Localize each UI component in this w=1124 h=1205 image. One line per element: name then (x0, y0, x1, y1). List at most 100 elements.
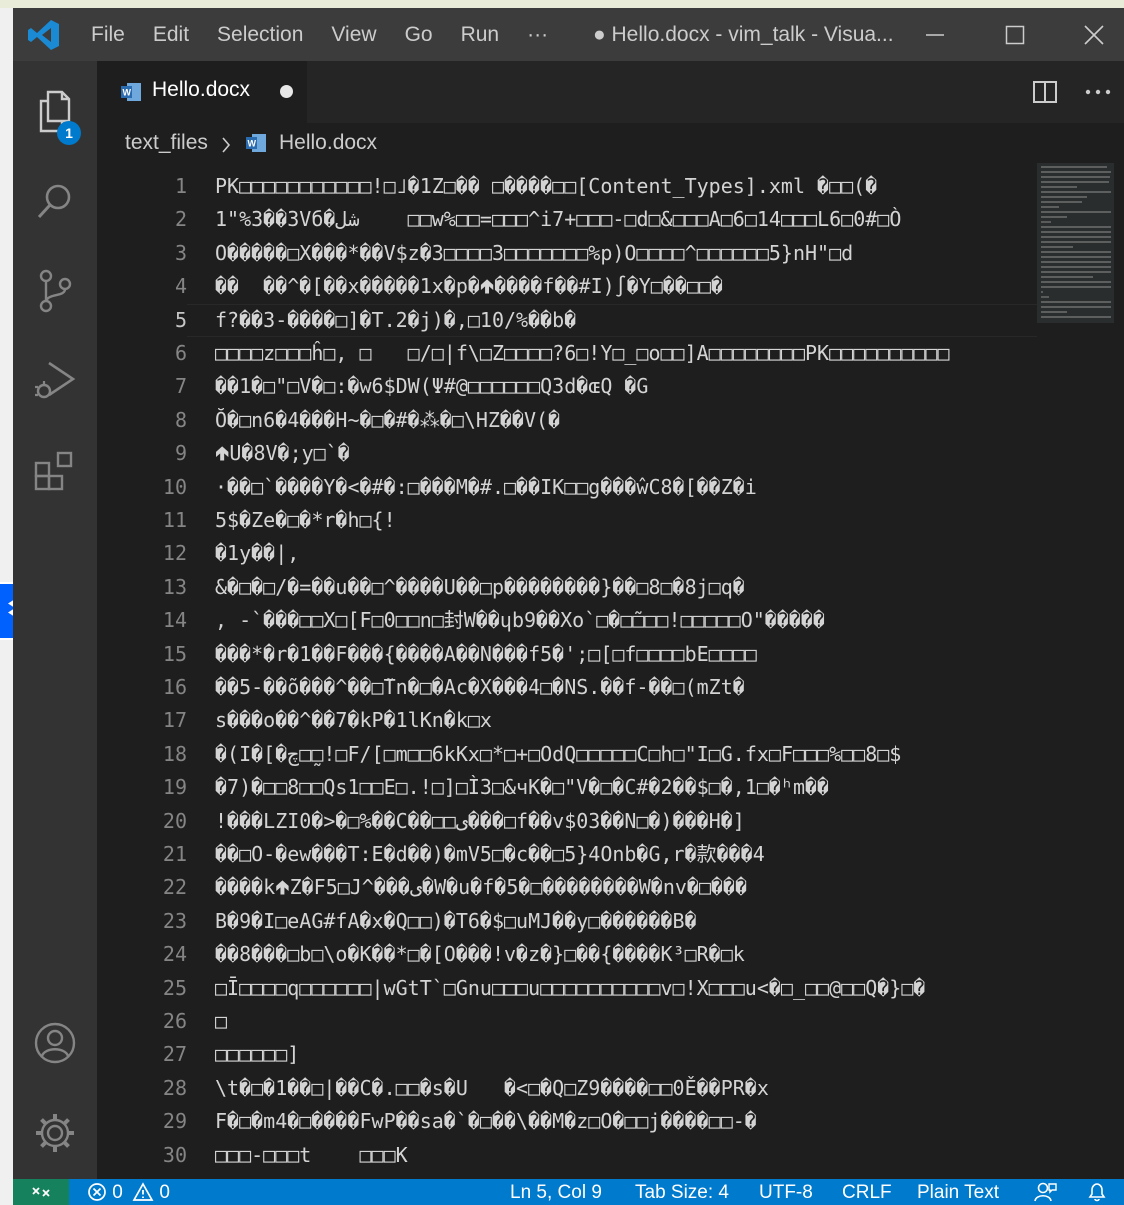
line-number: 10 (162, 475, 187, 499)
vscode-logo-icon (28, 20, 59, 50)
explorer-button[interactable]: 1 (13, 76, 97, 146)
line-number: 24 (162, 942, 187, 966)
tab-size-indicator[interactable]: Tab Size: 4 (635, 1179, 729, 1205)
code-line[interactable]: �� ��^�[��x�����1x�p�🢁����f��#I)∫�Y□��□□… (215, 270, 723, 303)
menu-go[interactable]: Go (391, 23, 447, 47)
menu-file[interactable]: File (77, 23, 139, 47)
search-icon (37, 184, 71, 219)
line-number: 1 (174, 174, 187, 198)
line-number: 23 (162, 909, 187, 933)
extensions-button[interactable] (13, 436, 97, 506)
split-editor-button[interactable] (1015, 61, 1075, 123)
manage-button[interactable] (13, 1098, 97, 1168)
line-number: 3 (174, 241, 187, 265)
minimize-button[interactable] (905, 8, 965, 61)
line-number: 29 (162, 1109, 187, 1133)
code-line[interactable]: □Ī□□□□q□□□□□□|wGtT`□Gnu□□□u□□□□□□□□□□v□!… (215, 972, 925, 1005)
code-line[interactable]: F�□�m4�□����FwP��sa�`�□��\��M�z□O�□□j���… (215, 1105, 757, 1138)
code-line[interactable]: 5$�Ze�□�*r�h□{! (215, 504, 396, 537)
line-number: 13 (162, 575, 187, 599)
maximize-button[interactable] (985, 8, 1045, 61)
editor-tab-bar: W Hello.docx (97, 61, 1124, 123)
menu-more[interactable]: ··· (513, 23, 562, 47)
cursor-position[interactable]: Ln 5, Col 9 (510, 1179, 602, 1205)
minimize-icon (926, 33, 944, 36)
remote-button[interactable] (13, 1179, 69, 1205)
language-mode[interactable]: Plain Text (917, 1179, 999, 1205)
encoding-indicator[interactable]: UTF-8 (759, 1179, 813, 1205)
line-number: 15 (162, 642, 187, 666)
breadcrumb-file[interactable]: Hello.docx (279, 131, 377, 155)
line-number: 5 (174, 308, 187, 332)
line-number: 2 (174, 207, 187, 231)
code-line[interactable]: ��1�□"□V�□:�w6$DW(Ψ#@□□□□□□Q3d�ɶQ �G (215, 370, 648, 403)
code-line[interactable]: !���LZI0�>�□%��C��□□ی���□f��v$03��N□�)��… (215, 805, 745, 838)
code-line[interactable]: B�9�I□eAG#fA�x�Q□□)�T6�$□uMJ��y□������B� (215, 905, 697, 938)
menu-selection[interactable]: Selection (203, 23, 317, 47)
chevron-right-icon (222, 137, 231, 153)
tab-label: Hello.docx (152, 78, 251, 101)
menu-edit[interactable]: Edit (139, 23, 203, 47)
code-line[interactable]: ��8���□b□\o�K��*□�[O���!v�z�}□��{����K³□… (215, 938, 745, 971)
text-editor[interactable]: 1 2 3 4 5 6 7 8 9 10 11 12 13 14 15 16 17 18 19 20 21 22 23 24 2… (97, 163, 1043, 1179)
code-line[interactable]: ��5-��õ���^��□̃Tn�□�Ac�X���4□�NS.��f-��□… (215, 671, 745, 704)
menu-bar: File Edit Selection View Go Run ··· (77, 8, 562, 61)
remote-icon (32, 1187, 50, 1197)
error-count: 0 (112, 1182, 123, 1203)
code-line[interactable]: □ (215, 1005, 227, 1038)
code-line[interactable]: ·��□`����Y�<�#�:□���M�#.□��IK□□g���ŵС8�[… (215, 471, 757, 504)
breadcrumb: text_files W Hello.docx (97, 123, 1124, 163)
accounts-button[interactable] (13, 1008, 97, 1078)
close-icon (1084, 24, 1104, 45)
code-line[interactable]: s���o��^��7�kP�1lKn�k□x (215, 704, 492, 737)
code-line[interactable]: ���*�r�1��F���{����A��N���f5�';□[□f□□□□b… (215, 638, 757, 671)
line-number: 18 (162, 742, 187, 766)
code-area[interactable]: PK□□□□□□□□□□□!□˩�1Z□�� □����□□[Content_T… (215, 163, 1043, 1179)
code-line[interactable]: □□□□□□] (215, 1038, 299, 1071)
code-line[interactable]: 🢁U�8V�;y□`� (215, 437, 350, 470)
code-line[interactable]: �(I�[�چ□□̰!□F/[□m□□6kKx□*□+□OdQ□□□□□C□h□… (215, 738, 901, 771)
word-file-icon: W (246, 134, 266, 152)
more-actions-button[interactable] (1073, 61, 1123, 123)
eol-indicator[interactable]: CRLF (842, 1179, 892, 1205)
word-file-icon: W (121, 83, 141, 101)
vertical-scrollbar[interactable] (1114, 163, 1124, 1179)
run-debug-icon (35, 361, 76, 399)
line-number: 6 (174, 341, 187, 365)
line-number: 26 (162, 1009, 187, 1033)
warning-icon (132, 1182, 154, 1201)
code-line[interactable]: &�□�□/�=��u��□^����U��□p��������}��□8□�8… (215, 571, 745, 604)
unsaved-dot-icon[interactable] (280, 85, 293, 98)
code-line[interactable]: �1y��|, (215, 537, 299, 570)
code-line[interactable]: O�����□X���*��V$z�3□□□□3□□□□□□□%p)O□□□□^… (215, 237, 853, 270)
breadcrumb-folder[interactable]: text_files (125, 131, 208, 155)
code-line[interactable]: ��□O-�еw���T:E�d��)�mV5□�c��□5}4Onb�G,r�… (215, 838, 765, 871)
code-line[interactable]: , -`���□□X□[F□0□□n□封W��ɥb9��Xo`□�□̃□□□!□… (215, 604, 825, 637)
code-line[interactable]: □□□□z□□□ĥ□, □ □/□|f\□Z□□□□?6□!Y□_□o□□]A□… (215, 337, 950, 370)
warning-count: 0 (159, 1182, 170, 1203)
code-line[interactable]: □□□-□□□t □□□K (215, 1139, 408, 1172)
line-number: 4 (174, 274, 187, 298)
search-button[interactable] (13, 166, 97, 236)
notifications-button[interactable] (1086, 1181, 1108, 1205)
run-debug-button[interactable] (13, 346, 97, 416)
menu-run[interactable]: Run (447, 23, 514, 47)
tab-hello-docx[interactable]: W Hello.docx (97, 61, 307, 123)
close-window-button[interactable] (1064, 8, 1124, 61)
source-control-button[interactable] (13, 256, 97, 326)
code-line[interactable]: \t�□�1��□|��C�.□□�s�U �<□�Q□Z9����□□0Ě��… (215, 1072, 769, 1105)
line-number: 12 (162, 541, 187, 565)
code-line[interactable]: PK□□□□□□□□□□□!□˩�1Z□�� □����□□[Content_T… (215, 170, 877, 203)
code-line[interactable]: f?��3-����□]�T.2�j)�,□10/%��b� (215, 304, 576, 337)
code-line[interactable]: �7)�□□8□□Qs1□□E□.!□]□Ì3□&чK�□"V�□�C#�2��… (215, 771, 829, 804)
line-number: 27 (162, 1042, 187, 1066)
feedback-button[interactable] (1033, 1181, 1057, 1205)
split-editor-icon (1033, 81, 1057, 103)
code-line[interactable]: 1"%3��3Vб�شل □□w%□□=□□□^i7+□□□-□d□&□□□A□… (215, 203, 901, 236)
problems-indicator[interactable]: 0 0 (87, 1179, 170, 1205)
code-line[interactable]: Ŏ�□n6�4���H~�□�#�⁂�□\HZ��V(� (215, 404, 560, 437)
code-line[interactable]: ����k🢁Z�F5□J^���ی�W�u�f�5�□��������W�nv�… (215, 871, 747, 904)
menu-view[interactable]: View (317, 23, 390, 47)
minimap[interactable] (1037, 163, 1114, 1179)
bell-icon (1088, 1183, 1106, 1202)
